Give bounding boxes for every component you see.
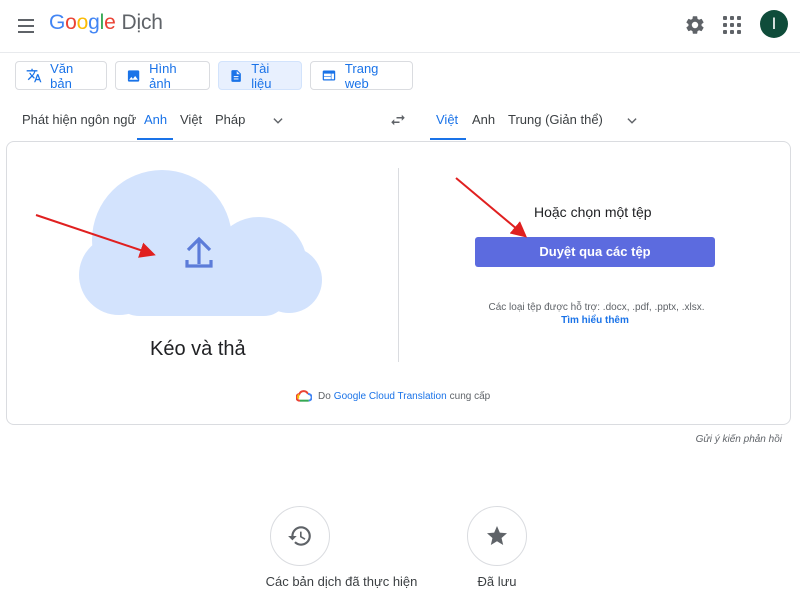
avatar[interactable]: I (760, 10, 788, 38)
document-icon (231, 69, 241, 82)
logo-letter: G (49, 11, 66, 34)
history-label: Các bản dịch đã thực hiện (265, 574, 418, 589)
source-lang-vietnamese[interactable]: Việt (180, 112, 202, 127)
mode-document-label: Tài liệu (251, 60, 272, 91)
google-translate-logo[interactable]: Google Dịch (49, 11, 163, 35)
send-feedback-link[interactable]: Gửi ý kiến phản hồi (696, 434, 782, 445)
web-icon (322, 70, 336, 81)
browse-files-button[interactable]: Duyệt qua các tệp (475, 237, 715, 267)
supported-file-types: Các loại tệp được hỗ trợ: .docx, .pdf, .… (488, 302, 705, 313)
mode-website-label: Trang web (344, 60, 379, 91)
source-lang-french[interactable]: Pháp (215, 112, 245, 127)
mode-website-button[interactable]: Trang web (310, 60, 413, 91)
history-icon (288, 526, 311, 546)
saved-button[interactable] (467, 506, 527, 566)
target-lang-vietnamese[interactable]: Việt (436, 112, 458, 127)
source-lang-chevron-down-icon[interactable] (271, 114, 285, 128)
source-lang-underline (137, 138, 173, 140)
logo-letter: e (104, 11, 116, 34)
star-icon (487, 526, 507, 545)
google-cloud-translation-link[interactable]: Google Cloud Translation (334, 391, 447, 402)
google-cloud-icon (296, 390, 312, 402)
drag-and-drop-label: Kéo và thả (150, 338, 246, 360)
target-lang-chevron-down-icon[interactable] (625, 114, 639, 128)
panel-divider (398, 168, 399, 362)
mode-image-label: Hình ảnh (149, 60, 177, 91)
target-lang-underline (430, 138, 466, 140)
logo-letter: g (88, 11, 100, 34)
powered-by: Do Google Cloud Translation cung cấp (296, 390, 490, 402)
logo-letter: o (76, 11, 89, 34)
learn-more-link[interactable]: Tìm hiểu thêm (540, 315, 650, 326)
source-lang-english[interactable]: Anh (144, 112, 167, 127)
powered-suffix: cung cấp (449, 390, 491, 402)
drop-zone-cloud[interactable] (79, 170, 322, 316)
menu-icon[interactable] (16, 16, 36, 36)
translate-icon (26, 68, 42, 83)
saved-label: Đã lưu (477, 574, 517, 589)
target-lang-english[interactable]: Anh (472, 112, 495, 127)
image-icon (127, 69, 140, 82)
gear-icon[interactable] (684, 14, 706, 36)
choose-file-label: Hoặc chọn một tệp (534, 204, 652, 220)
swap-languages-icon[interactable] (389, 112, 407, 128)
mode-document-button[interactable]: Tài liệu (218, 60, 302, 91)
source-lang-detect[interactable]: Phát hiện ngôn ngữ (22, 112, 136, 127)
mode-image-button[interactable]: Hình ảnh (115, 60, 210, 91)
logo-letter: o (65, 11, 77, 34)
target-lang-chinese-simplified[interactable]: Trung (Giản thể) (508, 112, 603, 127)
product-name: Dịch (121, 11, 163, 34)
header-bar: Google Dịch I (0, 0, 800, 53)
powered-prefix: Do (318, 390, 331, 402)
mode-text-button[interactable]: Văn bản (15, 60, 107, 91)
apps-grid-icon[interactable] (722, 15, 742, 35)
mode-text-label: Văn bản (50, 60, 74, 91)
history-button[interactable] (270, 506, 330, 566)
